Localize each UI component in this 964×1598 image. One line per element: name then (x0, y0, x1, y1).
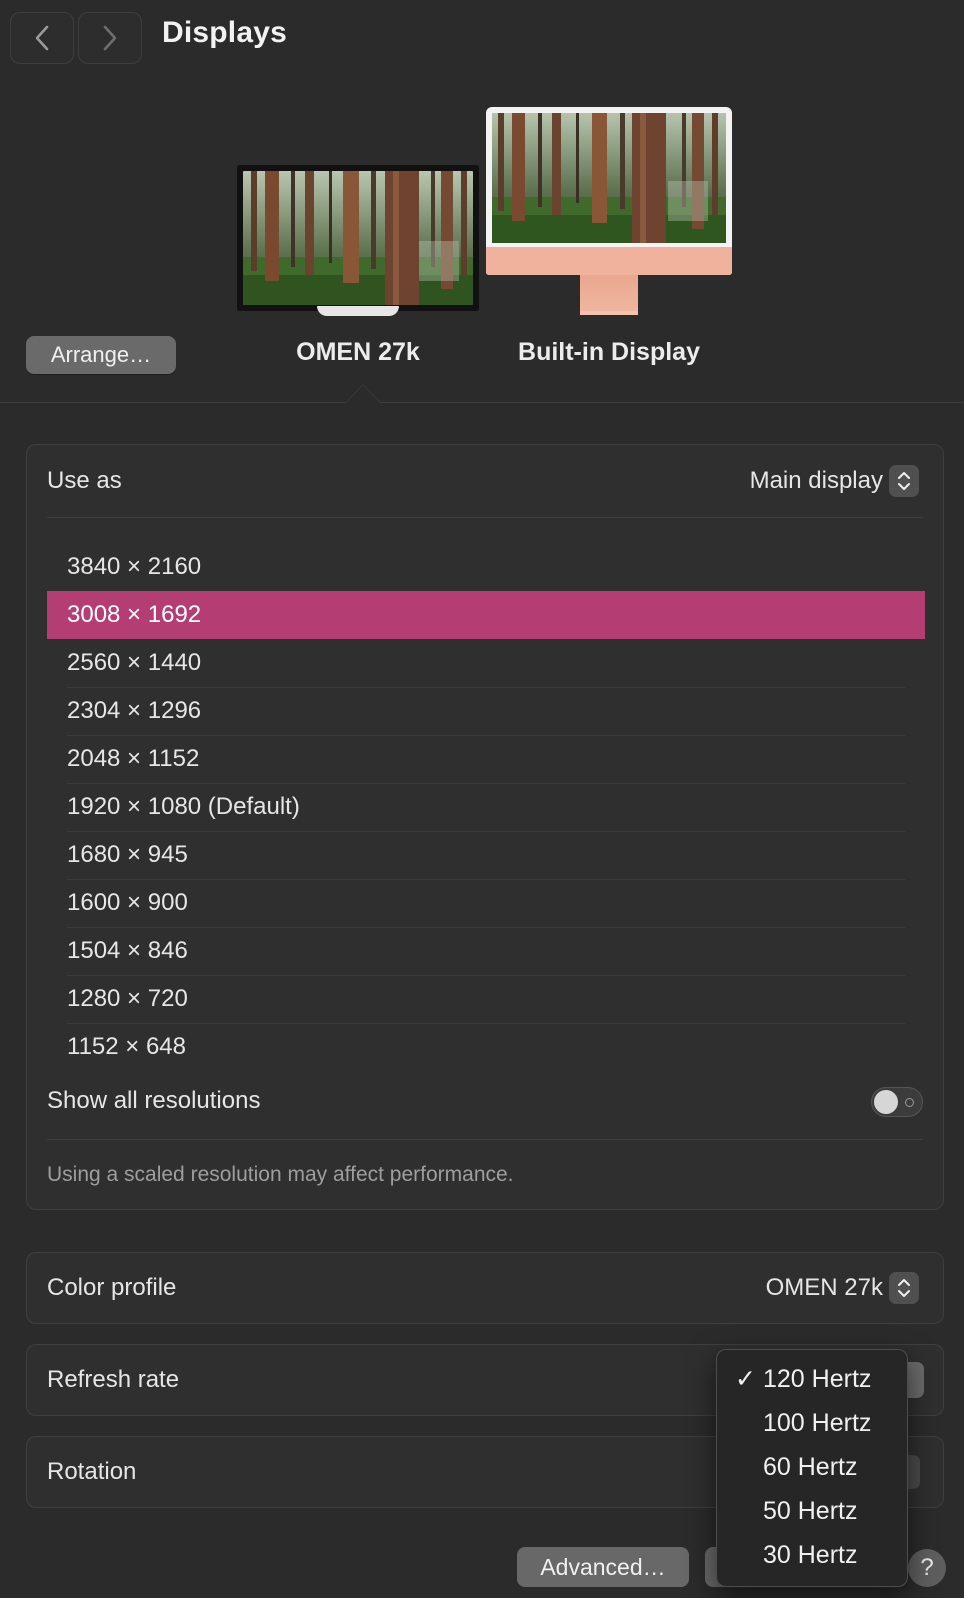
advanced-button[interactable]: Advanced… (517, 1547, 689, 1587)
resolution-option[interactable]: 3840 × 2160 (47, 543, 925, 591)
resolution-panel: Use as Main display 3840 × 2160 3008 × 1… (26, 444, 944, 1210)
resolution-option[interactable]: 2304 × 1296 (47, 687, 925, 735)
refresh-rate-label: Refresh rate (47, 1366, 180, 1393)
color-profile-row: Color profile OMEN 27k (26, 1252, 944, 1324)
resolution-option[interactable]: 1152 × 648 (47, 1023, 925, 1071)
display-thumbnail-builtin[interactable] (486, 107, 732, 275)
display-label-builtin[interactable]: Built-in Display (500, 338, 718, 367)
refresh-rate-option-label: 120 Hertz (763, 1365, 872, 1393)
refresh-rate-option[interactable]: 100 Hertz (717, 1401, 907, 1445)
divider (0, 402, 964, 403)
resolution-option[interactable]: 2560 × 1440 (47, 639, 925, 687)
forest-wallpaper-image (243, 171, 473, 305)
resolution-option[interactable]: 1920 × 1080 (Default) (47, 783, 925, 831)
forest-wallpaper-image (492, 113, 726, 243)
refresh-rate-option[interactable]: 60 Hertz (717, 1445, 907, 1489)
refresh-rate-option[interactable]: 30 Hertz (717, 1533, 907, 1577)
resolution-option[interactable]: 1280 × 720 (47, 975, 925, 1023)
toggle-off-indicator-icon (905, 1098, 914, 1107)
refresh-rate-menu: ✓ 120 Hertz 100 Hertz 60 Hertz 50 Hertz … (716, 1349, 908, 1587)
use-as-value[interactable]: Main display (750, 467, 883, 495)
chevron-right-icon (103, 25, 117, 51)
color-profile-stepper[interactable] (889, 1272, 919, 1304)
performance-note: Using a scaled resolution may affect per… (47, 1163, 514, 1186)
refresh-rate-option[interactable]: 50 Hertz (717, 1489, 907, 1533)
imac-chin (486, 247, 732, 275)
use-as-stepper[interactable] (889, 465, 919, 497)
rotation-label: Rotation (47, 1458, 137, 1485)
back-button[interactable] (10, 12, 74, 64)
imac-stand-base (580, 311, 638, 315)
resolution-option[interactable]: 1504 × 846 (47, 927, 925, 975)
color-profile-value[interactable]: OMEN 27k (766, 1274, 883, 1302)
forward-button[interactable] (78, 12, 142, 64)
display-thumbnail-omen[interactable] (237, 165, 479, 316)
checkmark-icon: ✓ (735, 1365, 756, 1393)
show-all-resolutions-toggle[interactable] (871, 1087, 923, 1117)
toggle-knob (874, 1090, 898, 1114)
selection-pointer (345, 384, 381, 403)
chevron-left-icon (35, 25, 49, 51)
arrange-button[interactable]: Arrange… (26, 336, 176, 374)
display-label-omen[interactable]: OMEN 27k (270, 338, 446, 367)
divider (47, 517, 923, 518)
up-down-chevron-icon (898, 472, 910, 490)
show-all-resolutions-label: Show all resolutions (47, 1087, 261, 1114)
up-down-chevron-icon (898, 1279, 910, 1297)
divider (47, 1139, 923, 1140)
resolution-option-selected[interactable]: 3008 × 1692 (47, 591, 925, 639)
resolution-option[interactable]: 1680 × 945 (47, 831, 925, 879)
color-profile-label: Color profile (47, 1274, 177, 1301)
help-button[interactable]: ? (908, 1549, 946, 1587)
resolution-option[interactable]: 2048 × 1152 (47, 735, 925, 783)
monitor-stand (317, 306, 399, 316)
displays-settings-window: Displays Arrange… OMEN 27k Built-in Disp… (0, 0, 964, 1598)
imac-stand (580, 275, 638, 315)
resolution-list: 3840 × 2160 3008 × 1692 2560 × 1440 2304… (47, 543, 925, 1071)
resolution-option[interactable]: 1600 × 900 (47, 879, 925, 927)
page-title: Displays (162, 16, 287, 49)
refresh-rate-option-selected[interactable]: ✓ 120 Hertz (717, 1357, 907, 1401)
use-as-label: Use as (47, 467, 122, 494)
